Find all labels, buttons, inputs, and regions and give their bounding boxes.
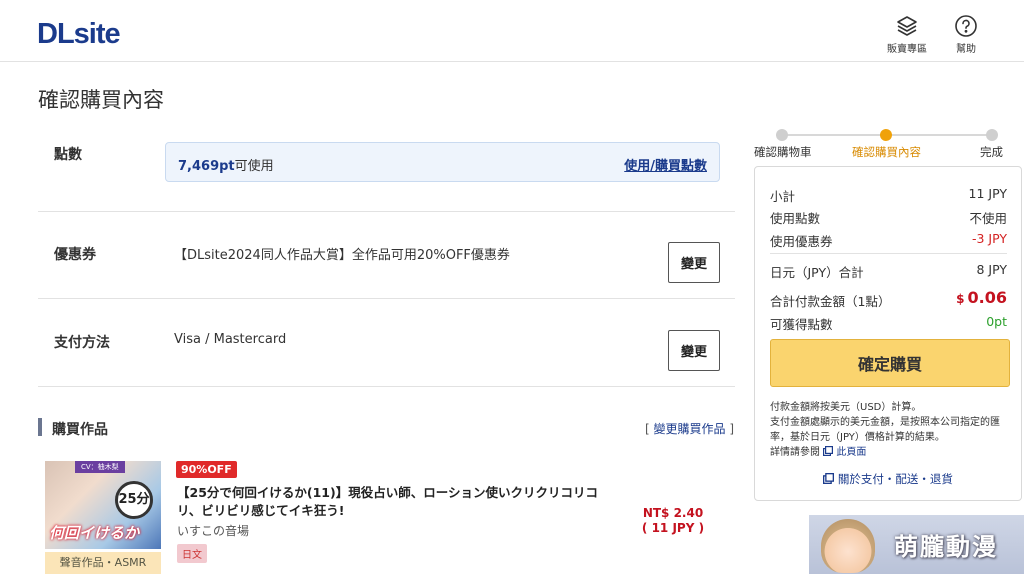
coupon-label: 優惠券 [54,247,96,263]
watermark-text: 萌朧動漫 [894,533,998,561]
thumbnail-caption: 何回イけるか [49,524,140,542]
external-link-icon [823,446,834,457]
payment-note: 付款金額將按美元（USD）計算。 支付金額處顯示的美元金額，是按照本公司指定的匯… [770,400,1014,460]
earn-points-label: 可獲得點數 [770,317,833,332]
section-marker [38,418,42,436]
step-line [782,134,886,136]
site-watermark: 萌朧動漫 [809,515,1024,574]
help-label: 幫助 [956,44,976,55]
work-thumbnail[interactable]: CV：柚木梨 25分 何回イけるか [45,461,161,549]
step-dot-complete [986,129,998,141]
help-question-icon [955,15,977,37]
points-used-label: 使用點數 [770,211,821,226]
points-box: 7,469pt可使用 使用/購買點數 [165,142,720,182]
sell-area-label: 販賣專區 [887,44,927,55]
change-works-link[interactable]: 變更購買作品 [653,422,725,436]
thumbnail-timer-badge: 25分 [115,481,153,519]
payment-delivery-return-label: 關於支付・配送・退貨 [837,472,953,486]
coupon-value: 【DLsite2024同人作品大賞】全作品可用20%OFF優惠券 [174,248,510,263]
step-dot-cart [776,129,788,141]
payment-total-row: 合計付款金額（1點） $0.06 [770,288,1007,310]
change-works: [ 變更購買作品 ] [644,422,734,436]
subtotal-row: 小計 11 JPY [770,186,1007,205]
work-price: NT$ 2.40 ( 11 JPY ) [640,506,706,536]
work-title[interactable]: 【25分で何回イけるか(11)】現役占い師、ローション使いクリクリコリコリ、ビリ… [177,484,607,520]
purchased-works-title: 購買作品 [52,422,108,438]
work-genre-tag: 聲音作品・ASMR [45,552,161,574]
discount-badge: 90%OFF [176,461,237,478]
payment-total-value: $0.06 [956,288,1007,307]
jpy-total-label: 日元（JPY）合計 [770,265,864,280]
layers-icon [897,16,917,36]
step-label-cart: 確認購物車 [754,145,812,159]
dlsite-logo[interactable]: DLsite [37,18,121,51]
external-link-icon [823,473,835,485]
points-available: 7,469pt可使用 [178,155,274,174]
mascot-image [821,519,875,573]
points-available-suffix: 可使用 [234,159,274,174]
work-circle-name[interactable]: いすこの音場 [177,522,249,539]
summary-divider [770,253,1007,254]
coupon-used-value: -3 JPY [971,231,1007,246]
divider [38,298,735,299]
confirm-purchase-button[interactable]: 確定購買 [770,339,1010,387]
change-payment-button[interactable]: 變更 [668,330,720,371]
payment-method-value: Visa / Mastercard [174,332,287,347]
help-button[interactable]: 幫助 [941,14,991,55]
jpy-total-row: 日元（JPY）合計 8 JPY [770,262,1007,281]
divider [38,386,735,387]
coupon-used-label: 使用優惠券 [770,234,833,249]
page-title: 確認購買內容 [38,88,164,112]
note-line-rate: 支付金額處顯示的美元金額，是按照本公司指定的匯率，基於日元（JPY）價格計算的結… [770,417,1000,443]
thumbnail-cv-label: CV：柚木梨 [75,461,125,473]
step-line [892,134,992,136]
points-available-amount: 7,469pt [178,159,235,174]
subtotal-label: 小計 [770,189,796,204]
sell-area-button[interactable]: 販賣專區 [882,14,932,55]
step-label-complete: 完成 [980,145,1003,159]
top-header: DLsite 販賣專區 幫助 [0,0,1024,62]
details-page-link[interactable]: 此頁面 [836,447,866,458]
work-price-ntd: NT$ 2.40 [642,506,704,520]
checkout-steps: 確認購物車 確認購買內容 完成 [754,127,1022,159]
order-summary-panel: 小計 11 JPY 使用點數 不使用 使用優惠券 -3 JPY 日元（JPY）合… [754,166,1022,501]
earn-points-value: 0pt [986,314,1007,329]
subtotal-value: 11 JPY [968,186,1007,201]
divider [38,211,735,212]
payment-delivery-return-link[interactable]: 關於支付・配送・退貨 [755,471,1021,487]
note-line-details: 詳情請參閱 此頁面 [770,446,867,458]
work-price-jpy: ( 11 JPY ) [641,521,705,535]
step-dot-confirm [880,129,892,141]
earn-points-row: 可獲得點數 0pt [770,314,1007,333]
payment-method-label: 支付方法 [54,335,110,351]
step-label-confirm: 確認購買內容 [852,145,921,159]
work-language-tag: 日文 [177,544,207,563]
points-used-row: 使用點數 不使用 [770,208,1007,227]
change-coupon-button[interactable]: 變更 [668,242,720,283]
payment-total-currency: $ [956,292,965,306]
payment-total-label: 合計付款金額（1點） [770,294,891,309]
payment-total-amount: 0.06 [967,288,1007,307]
points-used-value: 不使用 [969,211,1007,226]
note-line-usd: 付款金額將按美元（USD）計算。 [770,402,922,413]
coupon-used-row: 使用優惠券 -3 JPY [770,231,1007,250]
use-buy-points-link[interactable]: 使用/購買點數 [624,155,707,174]
points-label: 點數 [54,147,82,163]
jpy-total-value: 8 JPY [976,262,1007,277]
